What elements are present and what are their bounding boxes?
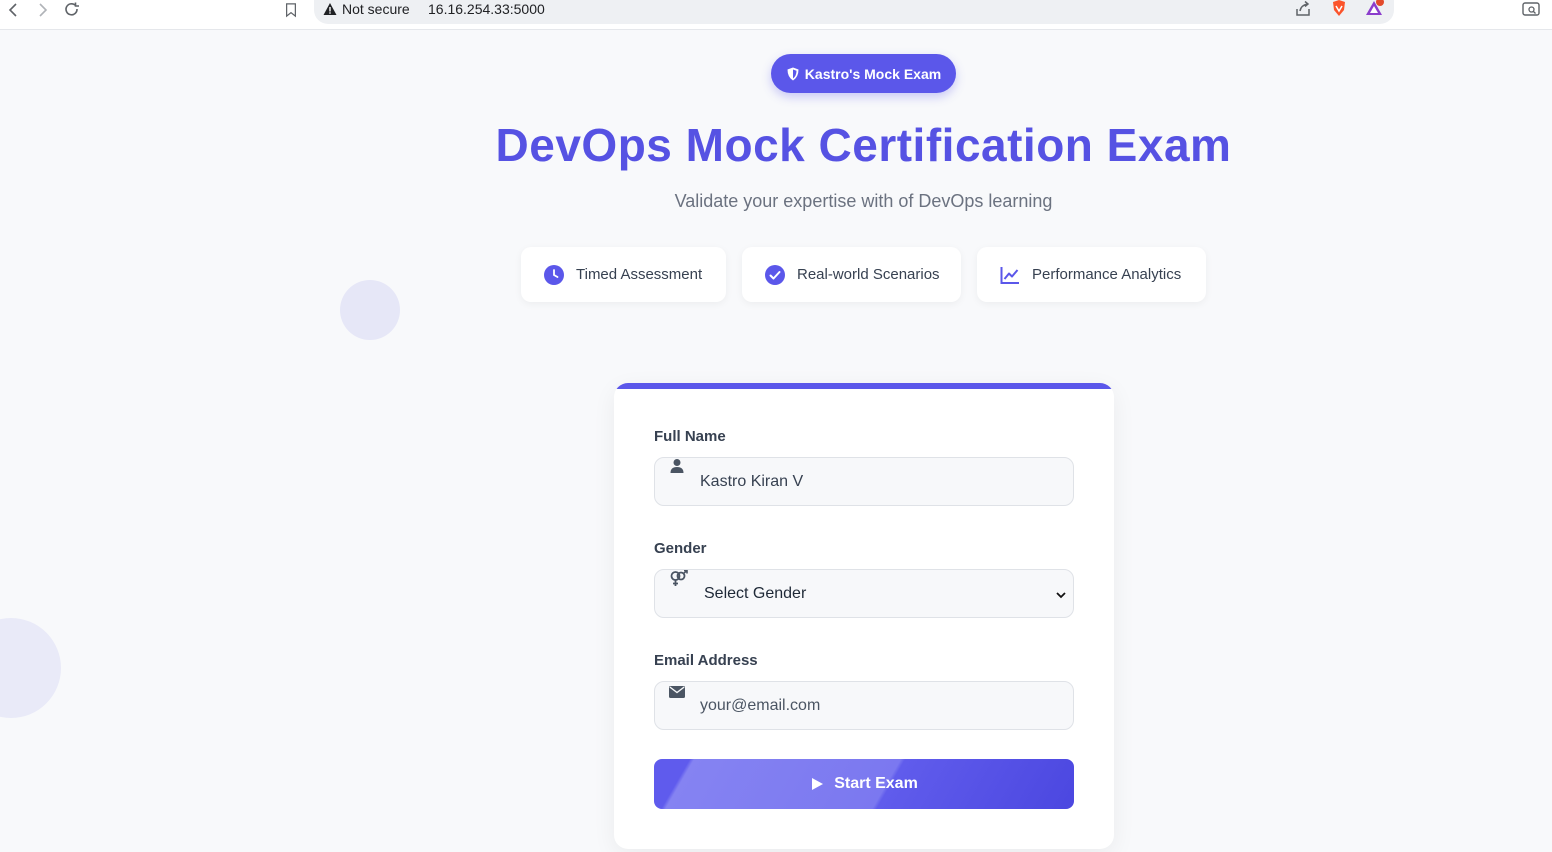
- browser-toolbar: Not secure 16.16.254.33:5000: [0, 0, 1552, 30]
- user-icon: [670, 459, 684, 473]
- tab-search-icon[interactable]: [1522, 1, 1540, 17]
- card-accent-bar: [614, 383, 1114, 389]
- email-label: Email Address: [654, 652, 758, 669]
- registration-form: Full Name Kastro Kiran V Gender Select G…: [614, 383, 1114, 849]
- feature-performance-analytics: Performance Analytics: [977, 247, 1206, 302]
- chart-line-icon: [1000, 266, 1019, 284]
- page-subtitle: Validate your expertise with of DevOps l…: [674, 191, 1053, 211]
- badge-label: Kastro's Mock Exam: [804, 65, 942, 82]
- address-bar[interactable]: Not secure 16.16.254.33:5000: [314, 0, 1394, 24]
- decorative-circle: [0, 618, 61, 718]
- start-exam-label: Start Exam: [834, 775, 918, 792]
- email-placeholder[interactable]: your@email.com: [700, 697, 820, 715]
- feature-timed-assessment: Timed Assessment: [521, 247, 726, 302]
- share-icon[interactable]: [1294, 0, 1312, 18]
- feature-real-world-scenarios: Real-world Scenarios: [742, 247, 961, 302]
- feature-label: Real-world Scenarios: [797, 266, 940, 283]
- url-text[interactable]: 16.16.254.33:5000: [428, 1, 545, 17]
- check-circle-icon: [765, 264, 785, 285]
- gender-label: Gender: [654, 540, 707, 557]
- rewards-icon[interactable]: [1364, 0, 1384, 18]
- envelope-icon: [669, 686, 685, 698]
- security-status[interactable]: Not secure: [342, 1, 410, 17]
- gender-selected-value[interactable]: Select Gender: [704, 585, 806, 603]
- brave-shield-icon[interactable]: [1330, 0, 1348, 17]
- start-exam-button[interactable]: Start Exam: [654, 759, 1074, 809]
- chevron-down-icon[interactable]: [1055, 589, 1067, 601]
- exam-badge: Kastro's Mock Exam: [771, 54, 956, 93]
- feature-label: Performance Analytics: [1032, 266, 1182, 283]
- back-icon[interactable]: [4, 0, 24, 20]
- full-name-input[interactable]: Kastro Kiran V: [654, 457, 1074, 506]
- feature-label: Timed Assessment: [576, 266, 703, 283]
- bookmark-icon[interactable]: [281, 0, 301, 20]
- shield-icon: [787, 67, 799, 80]
- venus-mars-icon: [670, 570, 688, 586]
- warning-icon: [323, 3, 337, 15]
- decorative-circle: [340, 280, 400, 340]
- gender-select[interactable]: Select Gender: [654, 569, 1074, 618]
- forward-icon[interactable]: [32, 0, 52, 20]
- clock-icon: [544, 264, 564, 285]
- reload-icon[interactable]: [62, 0, 82, 20]
- full-name-value[interactable]: Kastro Kiran V: [700, 473, 803, 491]
- play-icon: [812, 778, 824, 790]
- email-input[interactable]: your@email.com: [654, 681, 1074, 730]
- page-title: DevOps Mock Certification Exam: [495, 119, 1232, 171]
- full-name-label: Full Name: [654, 428, 726, 445]
